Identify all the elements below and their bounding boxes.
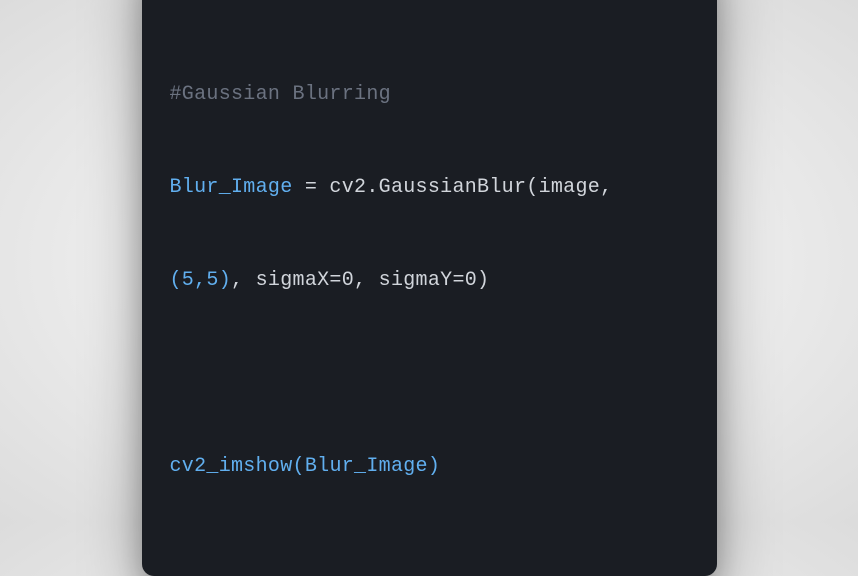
- arg-name: Blur_Image: [305, 455, 428, 478]
- variable-name: Blur_Image: [170, 176, 293, 199]
- args-text: , sigmaX=0, sigmaY=0): [231, 269, 489, 292]
- open-paren: (: [293, 455, 305, 478]
- assignment-text: = cv2.GaussianBlur(image,: [293, 176, 625, 199]
- code-line-2: Blur_Image = cv2.GaussianBlur(image,: [170, 172, 689, 203]
- close-paren: ): [428, 455, 440, 478]
- code-line-3: (5,5), sigmaX=0, sigmaY=0): [170, 265, 689, 296]
- comment-text: #Gaussian Blurring: [170, 83, 391, 106]
- blank-line: [170, 358, 689, 389]
- code-block: #Gaussian Blurring Blur_Image = cv2.Gaus…: [170, 17, 689, 544]
- code-line-1: #Gaussian Blurring: [170, 79, 689, 110]
- tuple-literal: (5,5): [170, 269, 232, 292]
- code-window: #Gaussian Blurring Blur_Image = cv2.Gaus…: [142, 0, 717, 576]
- code-line-5: cv2_imshow(Blur_Image): [170, 451, 689, 482]
- function-name: cv2_imshow: [170, 455, 293, 478]
